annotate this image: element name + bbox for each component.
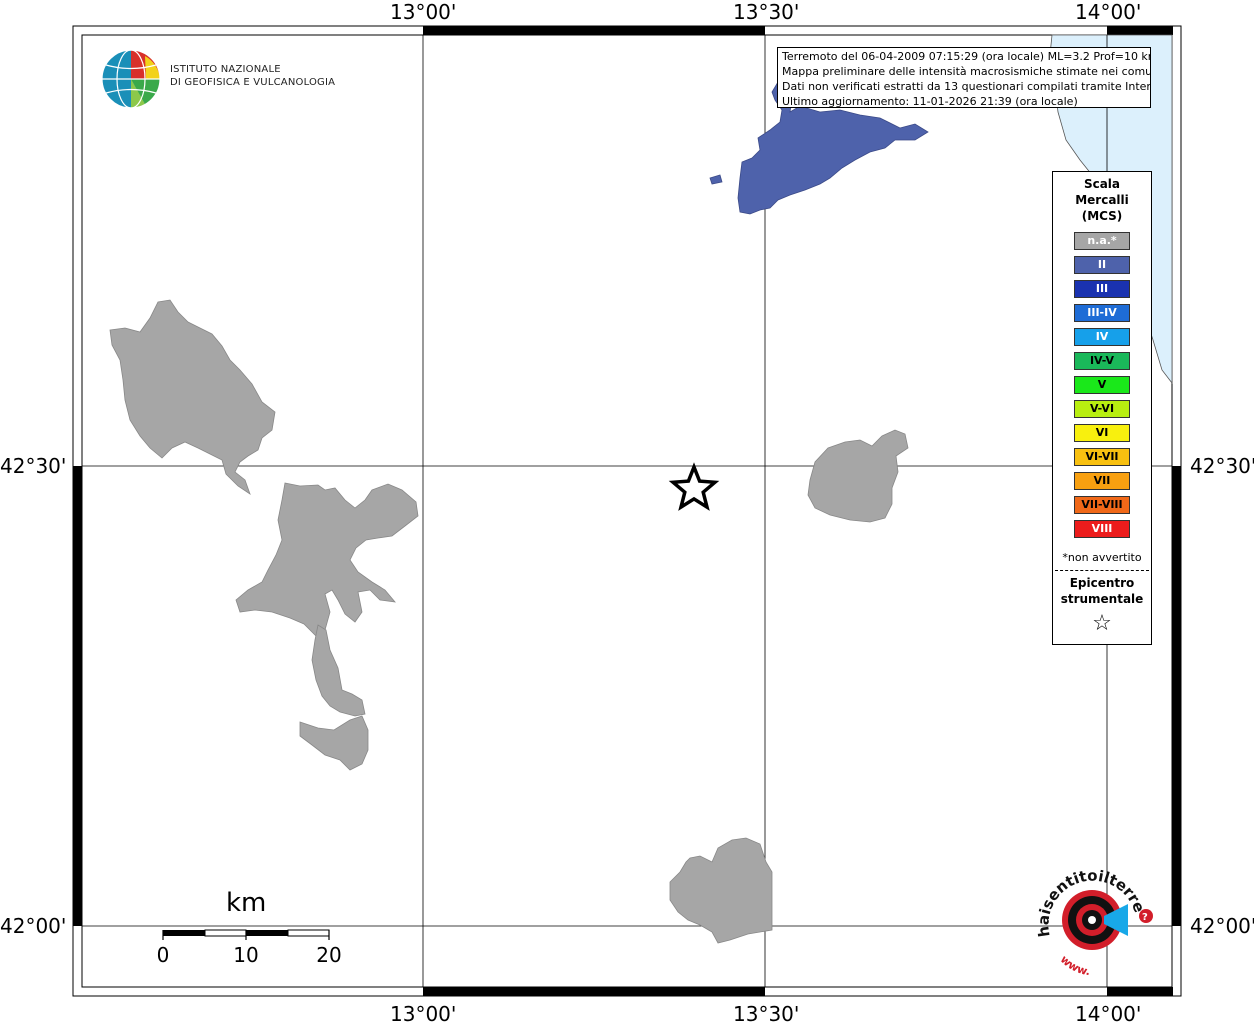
- lat-label-right-4200: 42°00': [1190, 914, 1254, 938]
- legend-epicenter-line2: strumentale: [1060, 592, 1144, 606]
- ingv-globe-logo: [101, 49, 161, 109]
- legend-title-line1: Scala: [1083, 177, 1121, 191]
- intensity-legend: Scala Mercalli (MCS) n.a.* II III III-IV IV I…: [1052, 171, 1152, 645]
- ingv-logo-line1: ISTITUTO NAZIONALE: [170, 64, 281, 75]
- event-info-line4: Ultimo aggiornamento: 11-01-2026 21:39 (…: [782, 95, 1078, 108]
- legend-title: Scala Mercalli (MCS): [1053, 176, 1151, 224]
- legend-items: n.a.* II III III-IV IV IV-V V V-VI VI VI-VII VII VI…: [1053, 232, 1151, 538]
- legend-item-iv: IV: [1074, 328, 1130, 346]
- svg-text:www.: www.: [1058, 953, 1091, 978]
- haisentitoilterremoto-logo: haisentitoilterremoto.it www. ?: [1030, 868, 1153, 978]
- legend-item-vii: VII: [1074, 472, 1130, 490]
- lat-label-left-4230: 42°30': [0, 454, 67, 478]
- event-info-line2: Mappa preliminare delle intensità macros…: [782, 65, 1151, 78]
- legend-item-ii: II: [1074, 256, 1130, 274]
- ingv-logo-text: ISTITUTO NAZIONALE DI GEOFISICA E VULCAN…: [170, 63, 335, 89]
- legend-epicenter-line1: Epicentro: [1069, 576, 1135, 590]
- legend-epicenter-star-icon: ☆: [1092, 611, 1112, 636]
- scalebar-tick-0: 0: [156, 943, 170, 967]
- lon-label-top-1400: 14°00': [1075, 0, 1142, 24]
- lon-label-top-1300: 13°00': [390, 0, 457, 24]
- legend-item-vi-vii: VI-VII: [1074, 448, 1130, 466]
- event-info-line1: Terremoto del 06-04-2009 07:15:29 (ora l…: [782, 50, 1151, 63]
- lon-label-bottom-1400: 14°00': [1075, 1002, 1142, 1026]
- legend-item-vi: VI: [1074, 424, 1130, 442]
- lon-label-top-1330: 13°30': [733, 0, 800, 24]
- svg-text:?: ?: [1142, 912, 1148, 923]
- event-info-box: Terremoto del 06-04-2009 07:15:29 (ora l…: [777, 47, 1151, 108]
- event-info-line3: Dati non verificati estratti da 13 quest…: [782, 80, 1151, 93]
- legend-item-v-vi: V-VI: [1074, 400, 1130, 418]
- legend-separator: [1055, 570, 1149, 571]
- ingv-logo-line2: DI GEOFISICA E VULCANOLOGIA: [170, 77, 336, 88]
- lat-label-left-4200: 42°00': [0, 914, 67, 938]
- scalebar-tick-10: 10: [233, 943, 259, 967]
- legend-title-line3: (MCS): [1081, 209, 1123, 223]
- legend-item-iii-iv: III-IV: [1074, 304, 1130, 322]
- lon-label-bottom-1300: 13°00': [390, 1002, 457, 1026]
- legend-epicenter-label: Epicentro strumentale: [1053, 575, 1151, 607]
- brand-prefix: www.: [1058, 953, 1091, 978]
- legend-item-v: V: [1074, 376, 1130, 394]
- legend-item-viii: VIII: [1074, 520, 1130, 538]
- legend-note: *non avvertito: [1062, 551, 1142, 564]
- legend-item-iv-v: IV-V: [1074, 352, 1130, 370]
- scalebar-unit: km: [226, 888, 267, 918]
- map-area: [81, 34, 1173, 988]
- scalebar-tick-20: 20: [316, 943, 342, 967]
- legend-item-vii-viii: VII-VIII: [1074, 496, 1130, 514]
- legend-item-n-a: n.a.*: [1074, 232, 1130, 250]
- legend-title-line2: Mercalli: [1075, 193, 1129, 207]
- lon-label-bottom-1330: 13°30': [733, 1002, 800, 1026]
- legend-item-iii: III: [1074, 280, 1130, 298]
- lat-label-right-4230: 42°30': [1190, 454, 1254, 478]
